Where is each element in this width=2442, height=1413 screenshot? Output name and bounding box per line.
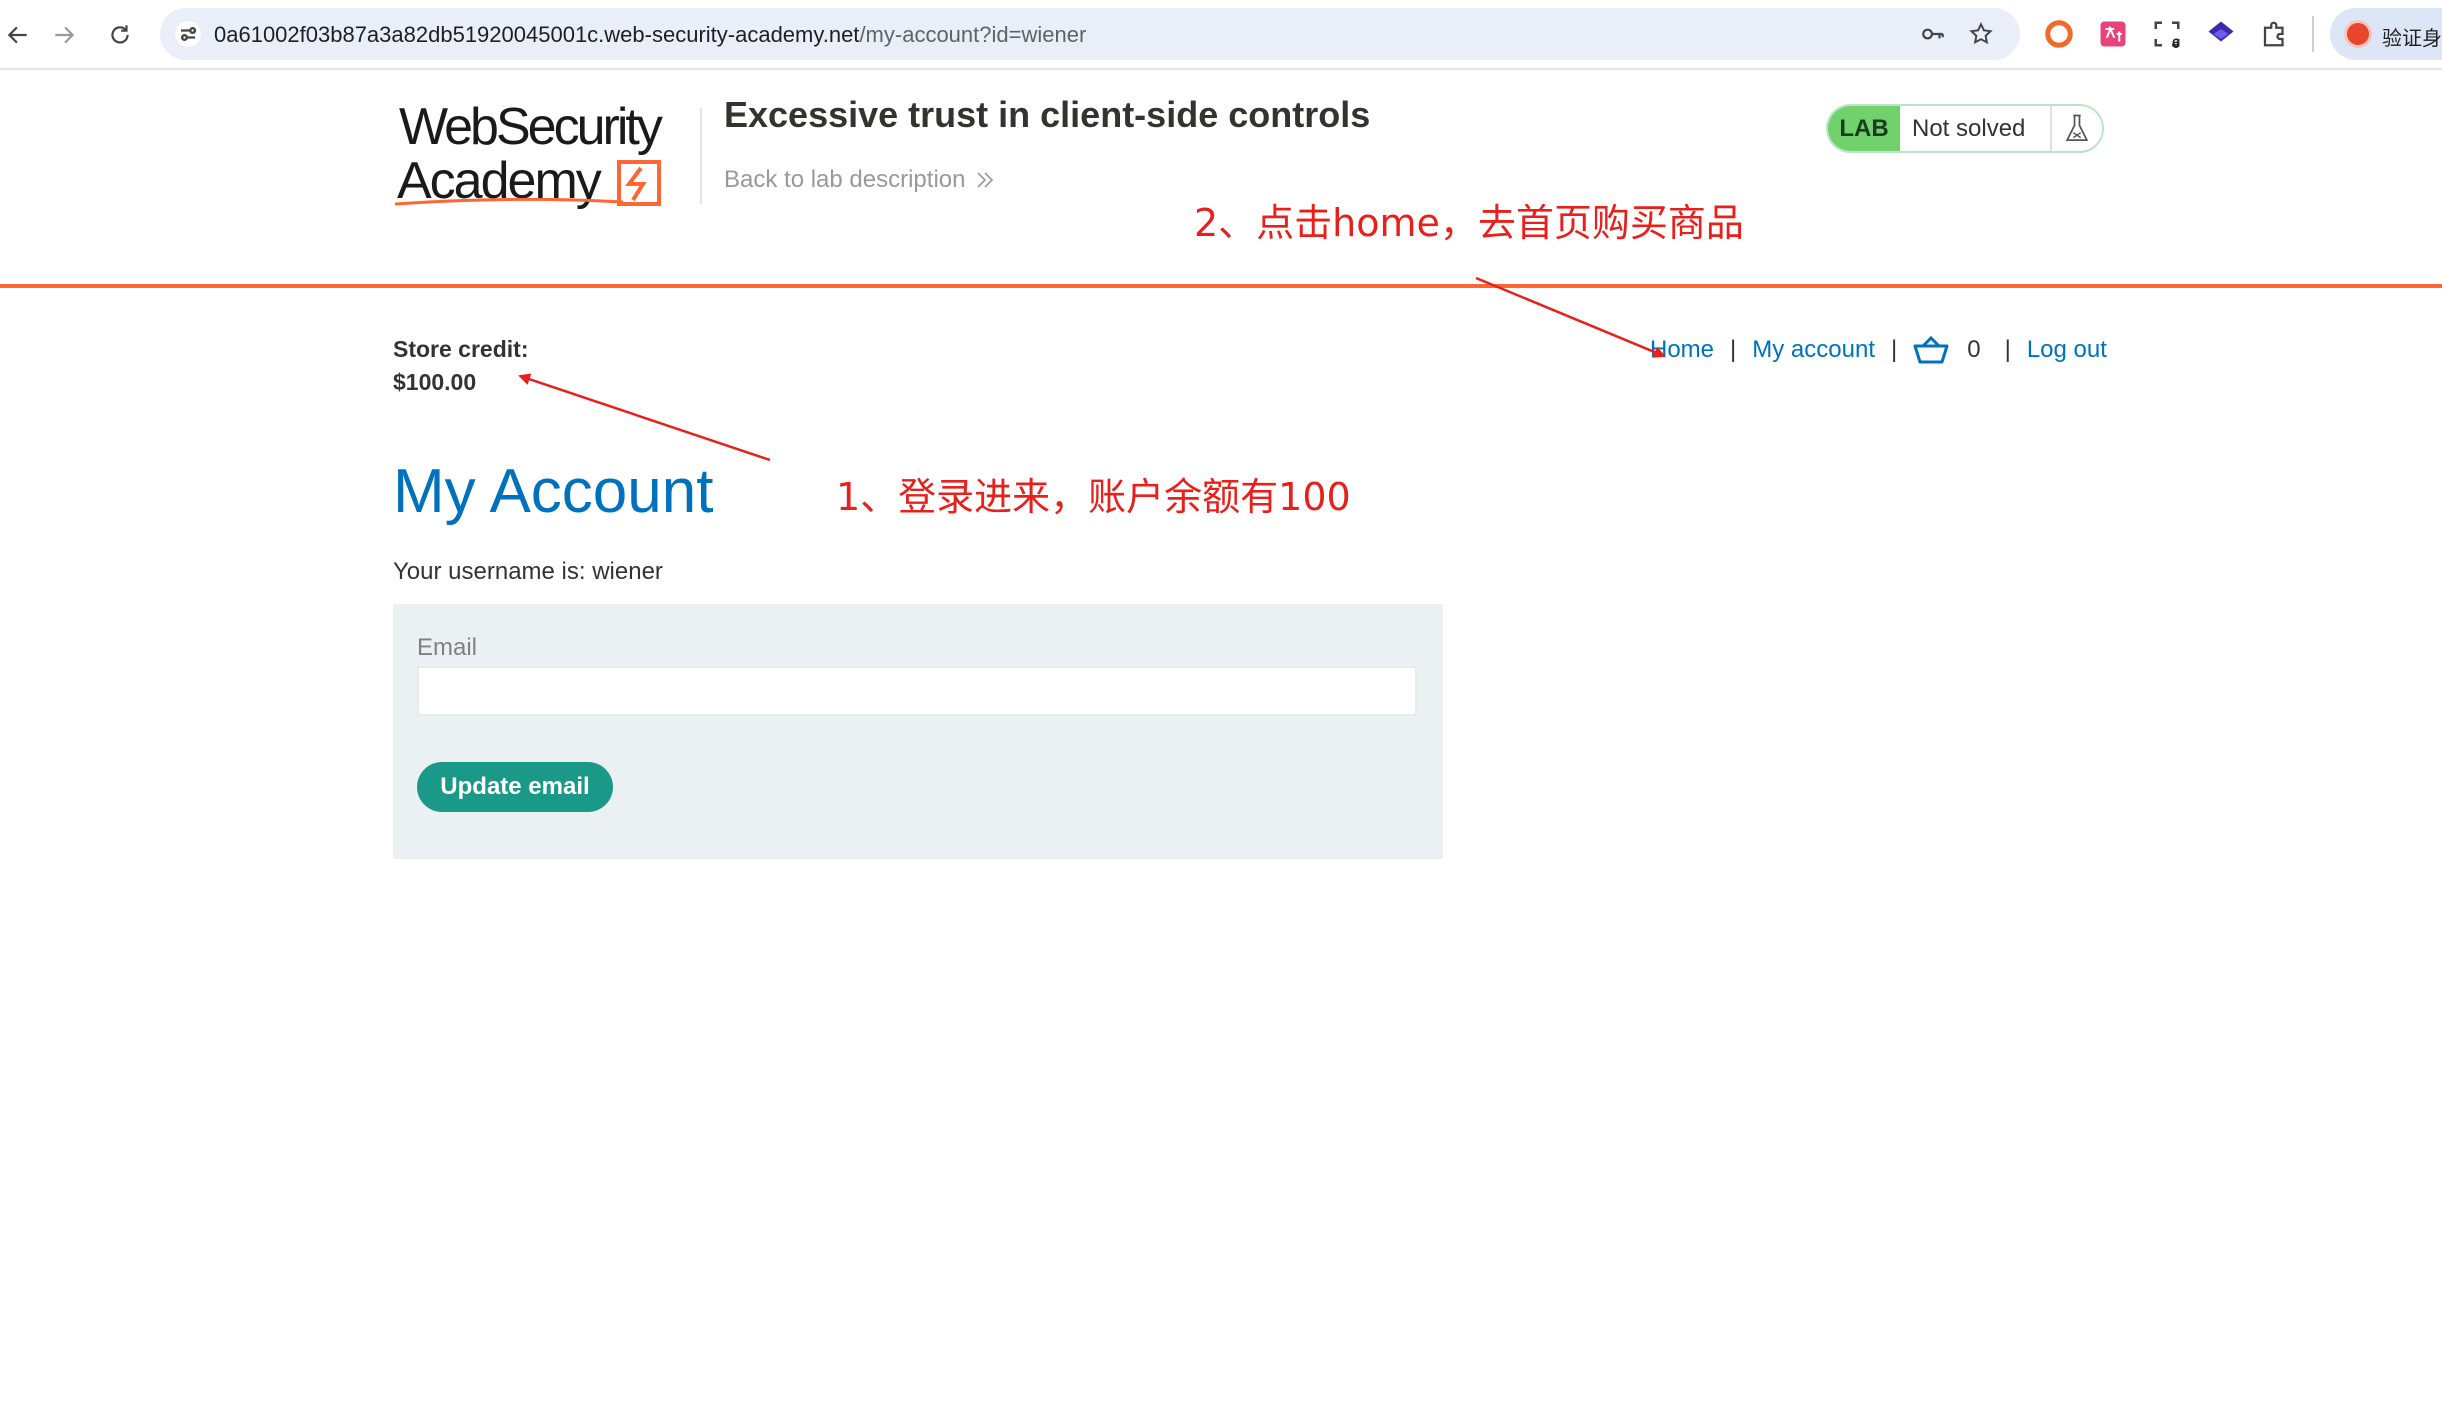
top-navigation: Home | My account | 0 | Log out: [1650, 332, 2107, 368]
annotation-note-2: 2、点击home，去首页购买商品: [1194, 201, 1744, 245]
forward-arrow-icon[interactable]: [46, 17, 82, 53]
update-email-form: Email Update email: [393, 604, 1443, 859]
lab-badge: LAB: [1828, 106, 1900, 151]
password-key-icon[interactable]: [1920, 21, 1946, 47]
page-title: My Account: [393, 457, 714, 526]
shopping-basket-icon: [1913, 335, 1949, 364]
arrow-to-credit: [518, 373, 771, 462]
nav-separator: |: [1890, 336, 1898, 363]
back-to-lab-link[interactable]: Back to lab description: [724, 166, 995, 194]
extension-ring-icon[interactable]: [2044, 19, 2074, 49]
cart-link[interactable]: 0: [1913, 335, 1981, 365]
email-label: Email: [417, 634, 478, 661]
update-email-button[interactable]: Update email: [417, 762, 613, 812]
lab-status-widget: LAB Not solved: [1826, 104, 2104, 153]
browser-toolbar: 0a61002f03b87a3a82db51920045001c.web-sec…: [0, 0, 2442, 70]
header-divider: [700, 108, 702, 204]
store-credit-label: Store credit:: [393, 336, 529, 362]
logo-line1: WebSecurity: [399, 98, 663, 156]
home-link[interactable]: Home: [1650, 336, 1714, 364]
nav-separator: |: [2004, 336, 2011, 363]
lab-status-text: Not solved: [1912, 114, 2026, 142]
flask-icon: [2065, 114, 2089, 141]
store-credit-value: $100.00: [393, 369, 477, 395]
web-security-academy-logo[interactable]: WebSecurity Academy: [393, 98, 703, 210]
email-field[interactable]: [417, 666, 1417, 716]
cart-count: 0: [1967, 336, 1981, 363]
log-out-link[interactable]: Log out: [2027, 336, 2107, 364]
stack-extension-icon[interactable]: [2206, 19, 2236, 49]
back-link-label: Back to lab description: [724, 166, 966, 193]
toolbar-divider: [2312, 16, 2314, 52]
lab-flask-button[interactable]: [2050, 106, 2102, 151]
double-chevron-right-icon: [977, 172, 994, 188]
profile-label: 验证身份: [2382, 26, 2442, 50]
my-account-link[interactable]: My account: [1752, 336, 1875, 364]
url-path: /my-account?id=wiener: [859, 22, 1087, 47]
back-arrow-icon[interactable]: [0, 17, 36, 53]
annotation-note-1: 1、登录进来，账户余额有100: [836, 475, 1351, 519]
arrow-to-home: [1475, 276, 1666, 358]
url-host: 0a61002f03b87a3a82db51920045001c.web-sec…: [214, 22, 860, 47]
url-text[interactable]: 0a61002f03b87a3a82db51920045001c.web-sec…: [214, 22, 1086, 48]
reload-icon[interactable]: [102, 17, 138, 53]
username-text: Your username is: wiener: [393, 558, 663, 585]
nav-separator: |: [1730, 336, 1737, 363]
bookmark-star-icon[interactable]: [1968, 21, 1994, 47]
profile-button[interactable]: 验证身份: [2330, 8, 2442, 60]
translate-extension-icon[interactable]: [2098, 19, 2128, 49]
capture-extension-icon[interactable]: 6: [2152, 19, 2182, 51]
extension-badge: 6: [2172, 35, 2180, 51]
profile-avatar: [2344, 20, 2372, 48]
site-settings-icon[interactable]: [174, 20, 202, 48]
header-accent-rule: [0, 284, 2442, 288]
address-bar[interactable]: 0a61002f03b87a3a82db51920045001c.web-sec…: [160, 8, 2020, 60]
lab-title: Excessive trust in client-side controls: [724, 94, 1371, 135]
extensions-puzzle-icon[interactable]: [2260, 19, 2290, 49]
